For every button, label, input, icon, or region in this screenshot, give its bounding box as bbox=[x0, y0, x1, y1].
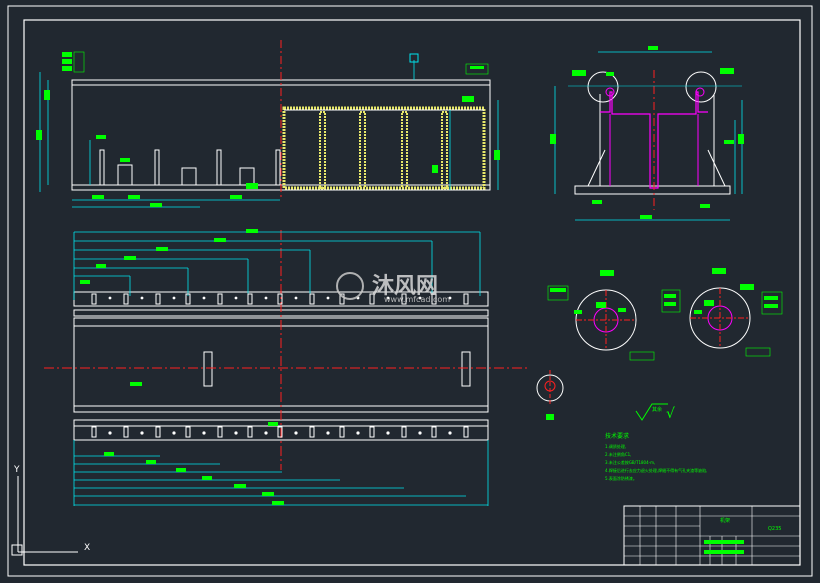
drawing-name: 机架 bbox=[720, 517, 730, 524]
plan-hole bbox=[108, 431, 112, 435]
notes-line-2: 2.未注倒角C1, bbox=[605, 451, 631, 457]
ucs-y-label: Y bbox=[13, 465, 20, 475]
plan-hole bbox=[108, 296, 112, 300]
notes-line-4: 4.焊接后进行去应力退火处理,焊缝不得有气孔夹渣等缺陷, bbox=[605, 467, 707, 473]
notes-title: 技术要求 bbox=[605, 432, 629, 440]
plan-hole bbox=[448, 431, 452, 435]
plan-hole bbox=[234, 296, 238, 300]
plan-hole bbox=[202, 431, 206, 435]
material-label: Q235 bbox=[768, 526, 781, 532]
watermark-subtext: www.mfcad.com bbox=[384, 295, 450, 304]
plan-hole bbox=[294, 431, 298, 435]
plan-hole bbox=[386, 431, 390, 435]
plan-hole bbox=[326, 296, 330, 300]
plan-hole bbox=[418, 431, 422, 435]
plan-hole bbox=[264, 296, 268, 300]
plan-hole bbox=[172, 296, 176, 300]
plan-hole bbox=[140, 431, 144, 435]
plan-hole bbox=[140, 296, 144, 300]
plan-hole bbox=[294, 296, 298, 300]
notes-line-1: 1.调质处理, bbox=[605, 443, 626, 449]
ucs-x-label: X bbox=[84, 543, 90, 553]
plan-hole bbox=[234, 431, 238, 435]
surface-finish-check: √ bbox=[666, 406, 675, 422]
plan-hole bbox=[326, 431, 330, 435]
cad-drawing-sheet: 其余 √ 技术要求 1.调质处理, 2.未注倒角C1, 3.未注公差按GB/T1… bbox=[0, 0, 820, 583]
surface-finish-label: 其余 bbox=[652, 406, 662, 413]
plan-hole bbox=[264, 431, 268, 435]
notes-line-3: 3.未注公差按GB/T1804-m, bbox=[605, 459, 655, 465]
notes-line-5: 5.表面涂防锈漆。 bbox=[605, 475, 637, 481]
plan-hole bbox=[202, 296, 206, 300]
plan-hole bbox=[356, 431, 360, 435]
plan-hole bbox=[172, 431, 176, 435]
